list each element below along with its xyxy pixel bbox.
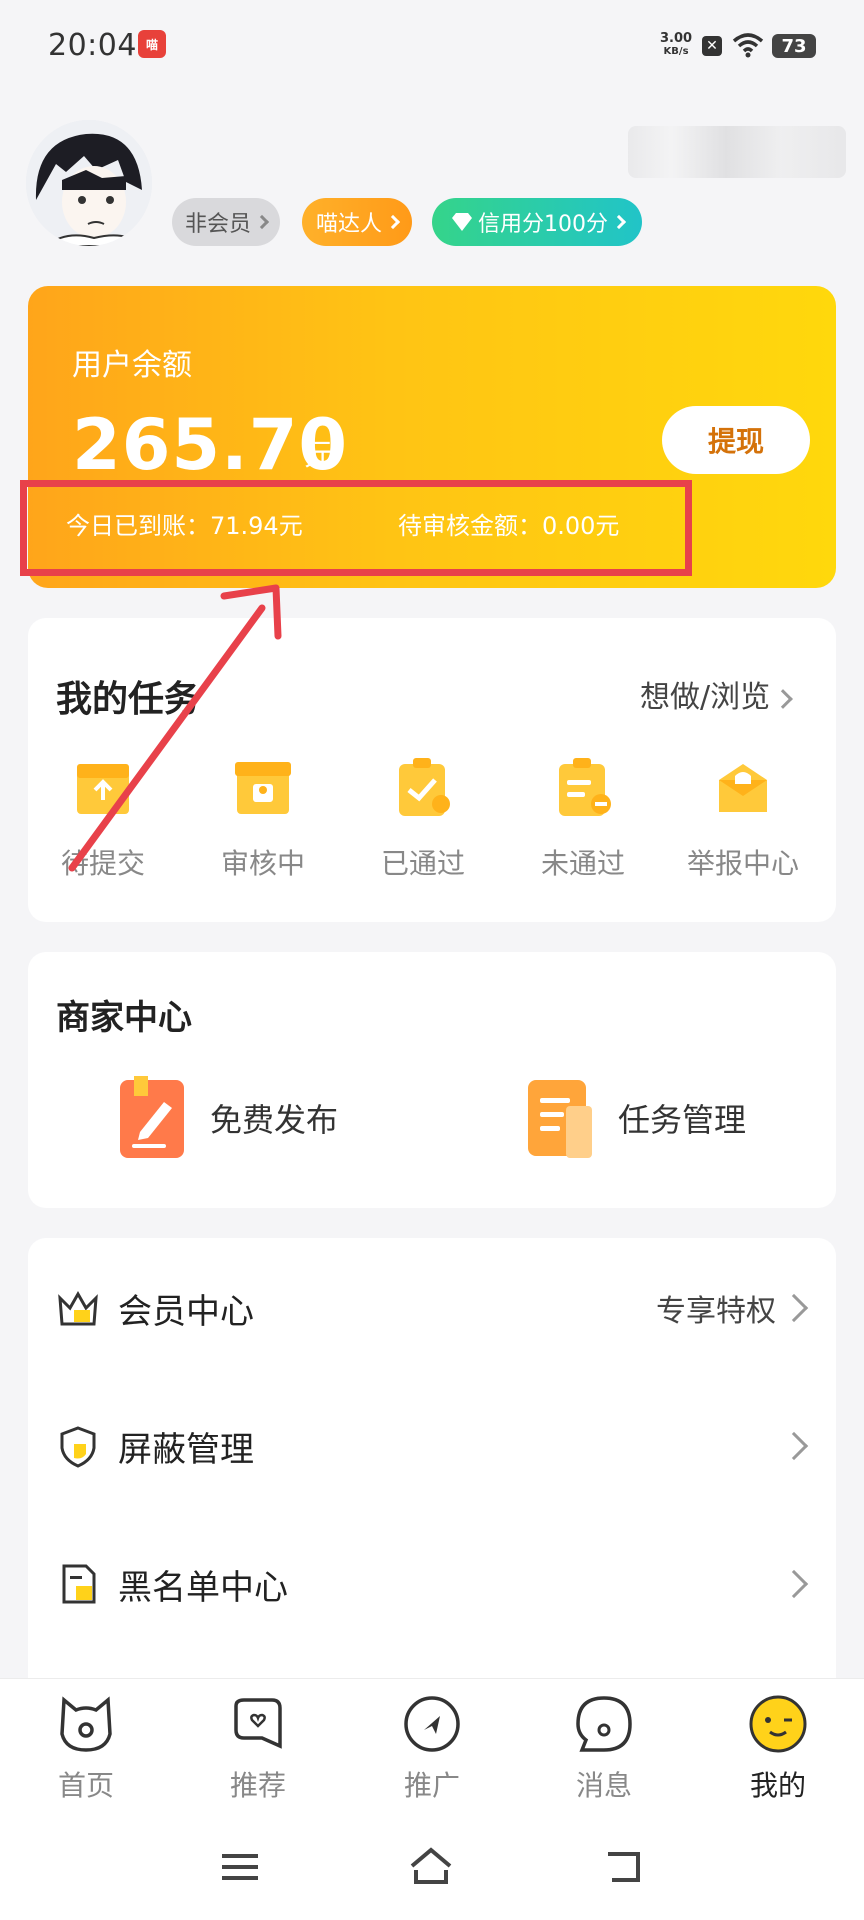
report-icon bbox=[719, 764, 767, 812]
free-publish-button[interactable]: 免费发布 bbox=[118, 1076, 338, 1160]
publish-icon bbox=[120, 1076, 184, 1158]
diamond-icon bbox=[452, 213, 472, 231]
member-status-badge[interactable]: 非会员 bbox=[172, 198, 280, 246]
menu-item-block-management[interactable]: 屏蔽管理 bbox=[56, 1416, 812, 1476]
notification-x-icon: ✕ bbox=[702, 36, 722, 56]
avatar[interactable] bbox=[26, 120, 152, 246]
chevron-right-icon bbox=[779, 1431, 809, 1461]
merchant-title: 商家中心 bbox=[56, 998, 192, 1038]
task-report-center[interactable]: 举报中心 bbox=[668, 756, 818, 882]
status-time: 20:04 bbox=[48, 28, 137, 63]
crown-icon bbox=[58, 1290, 98, 1326]
tab-home[interactable]: 首页 bbox=[26, 1694, 146, 1804]
talent-badge[interactable]: 喵达人 bbox=[302, 198, 412, 246]
balance-title: 用户余额 bbox=[72, 348, 192, 383]
send-icon bbox=[404, 1696, 460, 1752]
battery-indicator: 73 bbox=[772, 34, 816, 58]
upload-box-icon bbox=[77, 764, 129, 814]
menu-icon[interactable] bbox=[222, 1852, 258, 1882]
wifi-icon bbox=[732, 33, 764, 58]
task-rejected[interactable]: 未通过 bbox=[508, 756, 658, 882]
withdraw-button[interactable]: 提现 bbox=[662, 406, 810, 474]
app-notification-icon: 喵 bbox=[138, 30, 166, 58]
tab-recommend[interactable]: 推荐 bbox=[198, 1694, 318, 1804]
menu-item-blacklist-center[interactable]: 黑名单中心 bbox=[56, 1554, 812, 1614]
chevron-right-icon bbox=[779, 1569, 809, 1599]
want-browse-link[interactable]: 想做/浏览 bbox=[640, 672, 794, 716]
home-icon[interactable] bbox=[408, 1846, 454, 1886]
tasks-title: 我的任务 bbox=[56, 679, 201, 720]
message-icon bbox=[576, 1696, 632, 1752]
smiley-icon bbox=[749, 1695, 807, 1753]
tab-promote[interactable]: 推广 bbox=[372, 1694, 492, 1804]
tab-messages[interactable]: 消息 bbox=[544, 1694, 664, 1804]
menu-item-member-center[interactable]: 会员中心 专享特权 bbox=[56, 1278, 812, 1338]
task-management-button[interactable]: 任务管理 bbox=[526, 1076, 746, 1160]
username-blurred bbox=[628, 126, 846, 178]
cat-home-icon bbox=[60, 1696, 112, 1752]
chevron-right-icon bbox=[779, 1293, 809, 1323]
network-speed: 3.00 KB/s bbox=[660, 31, 693, 57]
shield-icon bbox=[60, 1426, 96, 1468]
heart-bubble-icon bbox=[234, 1698, 282, 1749]
back-icon[interactable] bbox=[604, 1846, 644, 1886]
task-under-review[interactable]: 审核中 bbox=[188, 756, 338, 882]
review-box-icon bbox=[235, 762, 291, 814]
balance-unit: 元 bbox=[304, 438, 334, 473]
credit-score-badge[interactable]: 信用分100分 bbox=[432, 198, 642, 246]
annotation-highlight-box bbox=[20, 480, 692, 576]
tab-mine[interactable]: 我的 bbox=[718, 1694, 838, 1804]
approved-clipboard-icon bbox=[399, 758, 450, 816]
task-pending-submit[interactable]: 待提交 bbox=[28, 756, 178, 882]
exclusive-privileges: 专享特权 bbox=[656, 1294, 776, 1329]
rejected-clipboard-icon bbox=[559, 758, 611, 816]
task-approved[interactable]: 已通过 bbox=[348, 756, 498, 882]
blacklist-icon bbox=[62, 1564, 96, 1604]
task-manage-icon bbox=[528, 1080, 592, 1158]
